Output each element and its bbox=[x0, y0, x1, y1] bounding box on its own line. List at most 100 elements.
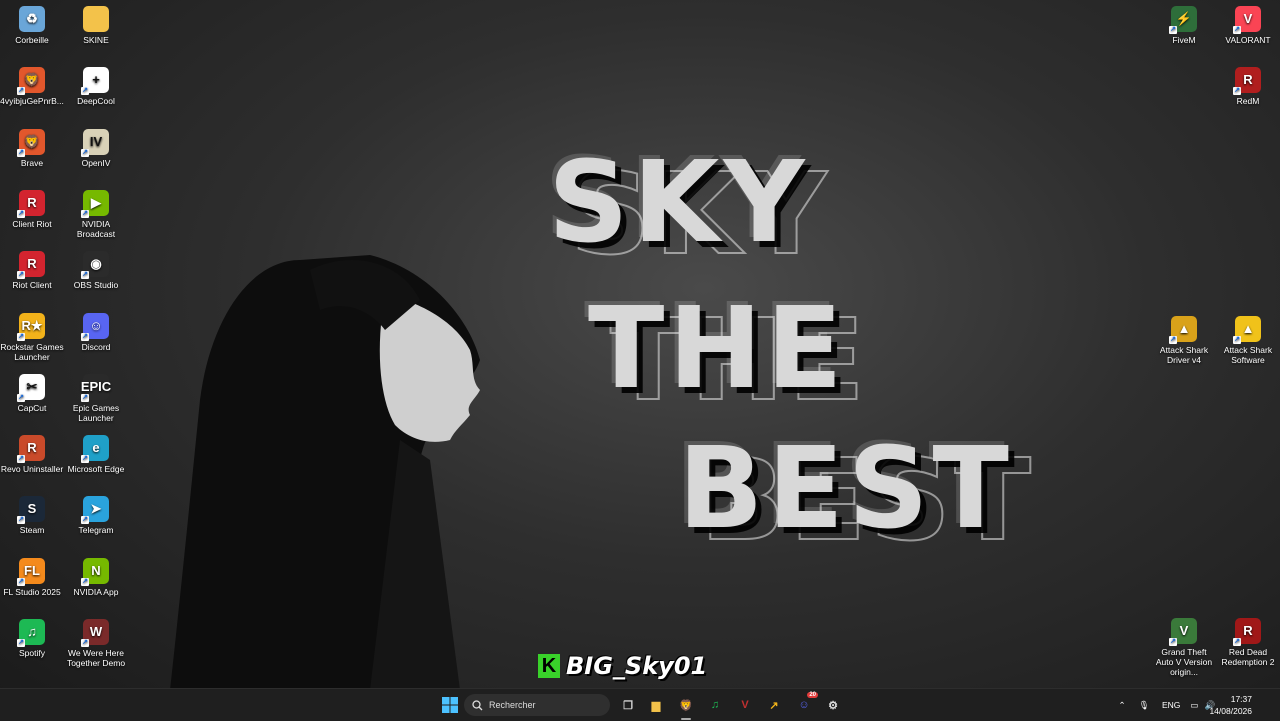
desktop-icon-label: SKINE bbox=[83, 35, 109, 45]
network-icon[interactable]: ▭ bbox=[1190, 700, 1198, 711]
wallpaper-girl-illustration bbox=[170, 255, 480, 688]
shortcut-arrow-icon: ↗ bbox=[1233, 87, 1241, 95]
desktop-icon-attack-shark-software[interactable]: ▲ ↗ Attack Shark Software bbox=[1216, 316, 1280, 365]
language-indicator[interactable]: ENG bbox=[1162, 700, 1180, 710]
microphone-icon[interactable]: 🎙 bbox=[1134, 700, 1154, 711]
desktop-icon-label: FL Studio 2025 bbox=[3, 586, 61, 597]
shortcut-arrow-icon: ↗ bbox=[1233, 336, 1241, 344]
desktop-icon-label: NVIDIA Broadcast bbox=[76, 218, 116, 239]
taskbar-voicemeeter-button[interactable]: V bbox=[735, 695, 755, 715]
attack-shark-icon: ▲ ↗ bbox=[1233, 316, 1261, 344]
desktop-icon-red-dead-redemption-2[interactable]: R ↗ Red Dead Redemption 2 bbox=[1216, 618, 1280, 667]
desktop-icon-label: DeepCool bbox=[77, 96, 115, 107]
desktop-icon-label: RedM bbox=[1236, 96, 1260, 106]
desktop-icon-spotify[interactable]: ♫ ↗ Spotify bbox=[0, 619, 64, 658]
desktop-icon-riot-client[interactable]: R ↗ Riot Client bbox=[0, 251, 64, 290]
taskbar-task-view-button[interactable]: ❐ bbox=[618, 695, 638, 715]
openiv-icon: IV ↗ bbox=[81, 128, 109, 157]
desktop-icon-label: Corbeille bbox=[15, 35, 49, 45]
search-icon bbox=[472, 699, 483, 710]
shortcut-arrow-icon: ↗ bbox=[81, 577, 89, 586]
desktop-icon-rockstar-games-launcher[interactable]: R★ ↗ Rockstar Games Launcher bbox=[0, 312, 64, 362]
desktop-icon-label: Steam bbox=[19, 525, 45, 536]
desktop-icon-nvidia-app[interactable]: N ↗ NVIDIA App bbox=[64, 557, 128, 597]
desktop-icon-corbeille[interactable]: ♻ Corbeille bbox=[0, 6, 64, 45]
desktop-icon-openiv[interactable]: IV ↗ OpenIV bbox=[64, 128, 128, 168]
desktop-icon-label: VALORANT bbox=[1225, 35, 1271, 45]
desktop-icon-attack-shark-driver-v4[interactable]: ▲ ↗ Attack Shark Driver v4 bbox=[1152, 316, 1216, 365]
riot-icon: R ↗ bbox=[17, 251, 45, 280]
desktop-icon-client-riot[interactable]: R ↗ Client Riot bbox=[0, 189, 64, 229]
shortcut-arrow-icon: ↗ bbox=[81, 516, 89, 525]
desktop-icon-telegram[interactable]: ➤ ↗ Telegram bbox=[64, 496, 128, 535]
shortcut-arrow-icon: ↗ bbox=[81, 639, 89, 647]
desktop-icon-label: Telegram bbox=[78, 525, 114, 536]
desktop-icon-label: Rockstar Games Launcher bbox=[0, 341, 64, 362]
capcut-icon: ✂ ↗ bbox=[17, 373, 45, 402]
gta-icon: V ↗ bbox=[1169, 618, 1197, 646]
obs-icon: ◉ ↗ bbox=[81, 251, 109, 280]
taskbar-file-explorer-button[interactable]: ▆ bbox=[646, 695, 666, 715]
system-tray: ⌃ 🎙 ENG ▭ 🔊 bbox=[1116, 689, 1215, 721]
taskbar-norton-button[interactable]: ↗ bbox=[764, 695, 784, 715]
taskbar-spotify-button[interactable]: ♫ bbox=[705, 695, 725, 715]
desktop-icon-revo-uninstaller[interactable]: R ↗ Revo Uninstaller bbox=[0, 435, 64, 474]
start-button[interactable] bbox=[440, 695, 460, 715]
brave-icon: 🦁 ↗ bbox=[17, 67, 45, 96]
desktop-icon-label: Spotify bbox=[19, 648, 45, 658]
rockstar-icon: R★ ↗ bbox=[17, 312, 45, 341]
nvidia-broadcast-icon: ▶ ↗ bbox=[81, 189, 109, 218]
attack-shark-icon: ▲ ↗ bbox=[1169, 316, 1197, 344]
desktop-icon-label: Attack Shark Driver v4 bbox=[1159, 345, 1209, 365]
desktop-icon-label: Riot Client bbox=[12, 280, 52, 291]
revo-icon: R ↗ bbox=[17, 435, 45, 464]
taskbar-search[interactable]: Rechercher bbox=[464, 694, 610, 716]
recycle-bin-icon: ♻ bbox=[19, 6, 45, 32]
desktop-icon-nvidia-broadcast[interactable]: ▶ ↗ NVIDIA Broadcast bbox=[64, 189, 128, 239]
deepcool-icon: + ↗ bbox=[81, 67, 109, 96]
desktop-icon-we-were-here-together-demo[interactable]: W ↗ We Were Here Together Demo bbox=[64, 619, 128, 668]
taskbar-brave-button[interactable]: 🦁 bbox=[676, 695, 696, 715]
desktop-icon-label: OBS Studio bbox=[73, 280, 119, 291]
desktop-icon-4vyibjugepnrb[interactable]: 🦁 ↗ 4vyibjuGePnrB... bbox=[0, 67, 64, 106]
taskbar-app-button[interactable]: ⚙ bbox=[823, 695, 843, 715]
desktop-icon-fl-studio-2025[interactable]: FL ↗ FL Studio 2025 bbox=[0, 557, 64, 597]
desktop-icon-discord[interactable]: ☺ ↗ Discord bbox=[64, 312, 128, 352]
shortcut-arrow-icon: ↗ bbox=[1233, 26, 1241, 34]
taskbar-discord-button[interactable]: ☺ 20 bbox=[794, 692, 818, 715]
shortcut-arrow-icon: ↗ bbox=[81, 332, 89, 341]
desktop-icon-deepcool[interactable]: + ↗ DeepCool bbox=[64, 67, 128, 106]
desktop-icon-steam[interactable]: S ↗ Steam bbox=[0, 496, 64, 535]
desktop-icon-label: Epic Games Launcher bbox=[72, 402, 120, 423]
shortcut-arrow-icon: ↗ bbox=[81, 271, 89, 280]
tray-overflow-chevron-icon[interactable]: ⌃ bbox=[1116, 700, 1128, 711]
shortcut-arrow-icon: ↗ bbox=[1169, 638, 1177, 646]
desktop-icon-epic-games-launcher[interactable]: EPIC ↗ Epic Games Launcher bbox=[64, 373, 128, 423]
desktop-icon-label: Brave bbox=[20, 157, 44, 168]
desktop-icon-label: Microsoft Edge bbox=[67, 464, 125, 475]
desktop-icon-capcut[interactable]: ✂ ↗ CapCut bbox=[0, 373, 64, 413]
clock-time: 17:37 bbox=[1230, 694, 1252, 704]
shortcut-arrow-icon: ↗ bbox=[1169, 336, 1177, 344]
shortcut-arrow-icon: ↗ bbox=[17, 577, 25, 586]
desktop-icon-label: Red Dead Redemption 2 bbox=[1221, 647, 1275, 667]
desktop-icon-valorant[interactable]: V ↗ VALORANT bbox=[1216, 6, 1280, 45]
taskbar: Rechercher ❐ ▆ 🦁 ♫ V ↗ ☺ 20 ⚙ ⌃ 🎙 ENG ▭ 🔊 17:37 … bbox=[0, 688, 1280, 721]
shortcut-arrow-icon: ↗ bbox=[17, 393, 25, 402]
clock[interactable]: 17:37 14/08/2026 bbox=[1209, 693, 1252, 717]
fivem-icon: ⚡ ↗ bbox=[1169, 6, 1197, 34]
wallpaper-text-the: THE bbox=[588, 284, 847, 414]
discord-icon: ☺ bbox=[798, 699, 810, 711]
notification-badge: 20 bbox=[807, 692, 818, 698]
desktop-icon-redm[interactable]: R ↗ RedM bbox=[1216, 67, 1280, 106]
desktop-icon-grand-theft-auto-v-version-origin[interactable]: V ↗ Grand Theft Auto V Version origin... bbox=[1152, 618, 1216, 677]
shortcut-arrow-icon: ↗ bbox=[17, 209, 25, 218]
desktop-icon-brave[interactable]: 🦁 ↗ Brave bbox=[0, 128, 64, 168]
desktop-icon-microsoft-edge[interactable]: e ↗ Microsoft Edge bbox=[64, 435, 128, 474]
shortcut-arrow-icon: ↗ bbox=[81, 455, 89, 464]
edge-icon: e ↗ bbox=[81, 435, 109, 464]
desktop-icon-fivem[interactable]: ⚡ ↗ FiveM bbox=[1152, 6, 1216, 45]
shortcut-arrow-icon: ↗ bbox=[17, 639, 25, 647]
desktop-icon-obs-studio[interactable]: ◉ ↗ OBS Studio bbox=[64, 251, 128, 290]
desktop-icon-skine[interactable]: SKINE bbox=[64, 6, 128, 45]
